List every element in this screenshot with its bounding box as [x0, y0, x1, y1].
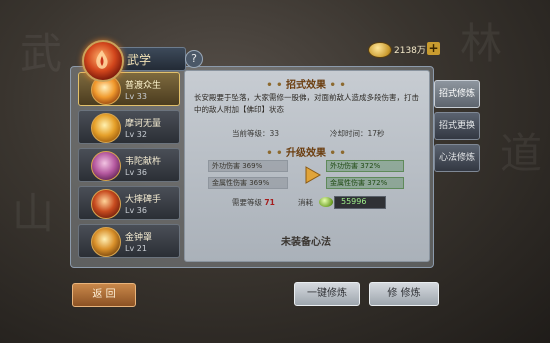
upgrade-arrow-icon [305, 166, 322, 184]
skill-list: 普渡众生 Lv 33 摩诃无量 Lv 32 韦陀献杵 Lv 36 大摔碑手 Lv… [78, 72, 180, 262]
skill-name: 金钟罩 [125, 233, 153, 243]
skill-item-2[interactable]: 摩诃无量 Lv 32 [78, 110, 180, 144]
skill-5-icon [91, 227, 121, 257]
skill-name: 摩诃无量 [125, 119, 162, 129]
tab-mind-training[interactable]: 心法修炼 [434, 144, 480, 172]
back-button[interactable]: 返 回 [72, 283, 136, 307]
tab-skill-change[interactable]: 招式更换 [434, 112, 480, 140]
mind-method-status: 未装备心法 [281, 237, 331, 248]
skill-4-icon [91, 189, 121, 219]
effect-heading: • • 招式效果 • • [266, 80, 346, 91]
one-click-train-button[interactable]: 一键修炼 [294, 282, 360, 306]
effect-description: 长安殿要于坠落，大家需修一股佛，对面前敌人造成多段伤害，打击中的敌人附加【佛印】… [194, 93, 419, 114]
skill-name: 韦陀献杵 [125, 157, 162, 167]
wuxue-emblem-icon [82, 40, 124, 82]
effect-heading-text: 招式效果 [286, 80, 326, 91]
skill-level: Lv 33 [125, 92, 147, 101]
skill-name: 普渡众生 [125, 81, 162, 91]
upgrade-heading-text: 升级效果 [286, 148, 326, 159]
upgrade-heading: • • 升级效果 • • [266, 148, 346, 159]
page-title: 武学 [127, 53, 152, 67]
cost-value: 55996 [341, 197, 367, 206]
skill-level: Lv 36 [125, 168, 147, 177]
skill-2-icon [91, 113, 121, 143]
current-stat-1: 外功伤害 369% [208, 160, 288, 172]
cooldown: 冷却时间：17秒 [330, 129, 385, 138]
skill-level: Lv 21 [125, 244, 147, 253]
next-stat-1: 外功伤害 372% [326, 160, 404, 172]
tab-skill-training[interactable]: 招式修炼 [434, 80, 480, 108]
coin-icon [368, 42, 392, 58]
cost-label: 消耗 [298, 198, 313, 207]
current-stat-2: 金属性伤害 369% [208, 177, 288, 189]
help-button[interactable]: ? [185, 50, 203, 68]
skill-item-4[interactable]: 大摔碑手 Lv 36 [78, 186, 180, 220]
skill-item-5[interactable]: 金钟罩 Lv 21 [78, 224, 180, 258]
cost-value-box: 55996 [334, 196, 386, 209]
need-level-value: 71 [264, 198, 275, 207]
next-stat-2: 金属性伤害 372% [326, 177, 404, 189]
skill-item-3[interactable]: 韦陀献杵 Lv 36 [78, 148, 180, 182]
current-level: 当前等级：33 [232, 129, 280, 138]
skill-level: Lv 36 [125, 206, 147, 215]
skill-3-icon [91, 151, 121, 181]
gem-icon [319, 197, 333, 207]
train-button[interactable]: 修 修炼 [369, 282, 439, 306]
currency-value: 2138万 [394, 46, 426, 56]
need-level: 需要等级 71 [232, 197, 275, 208]
add-currency-button[interactable]: + [427, 42, 440, 55]
need-level-label: 需要等级 [232, 198, 262, 207]
skill-level: Lv 32 [125, 130, 147, 139]
skill-name: 大摔碑手 [125, 195, 162, 205]
